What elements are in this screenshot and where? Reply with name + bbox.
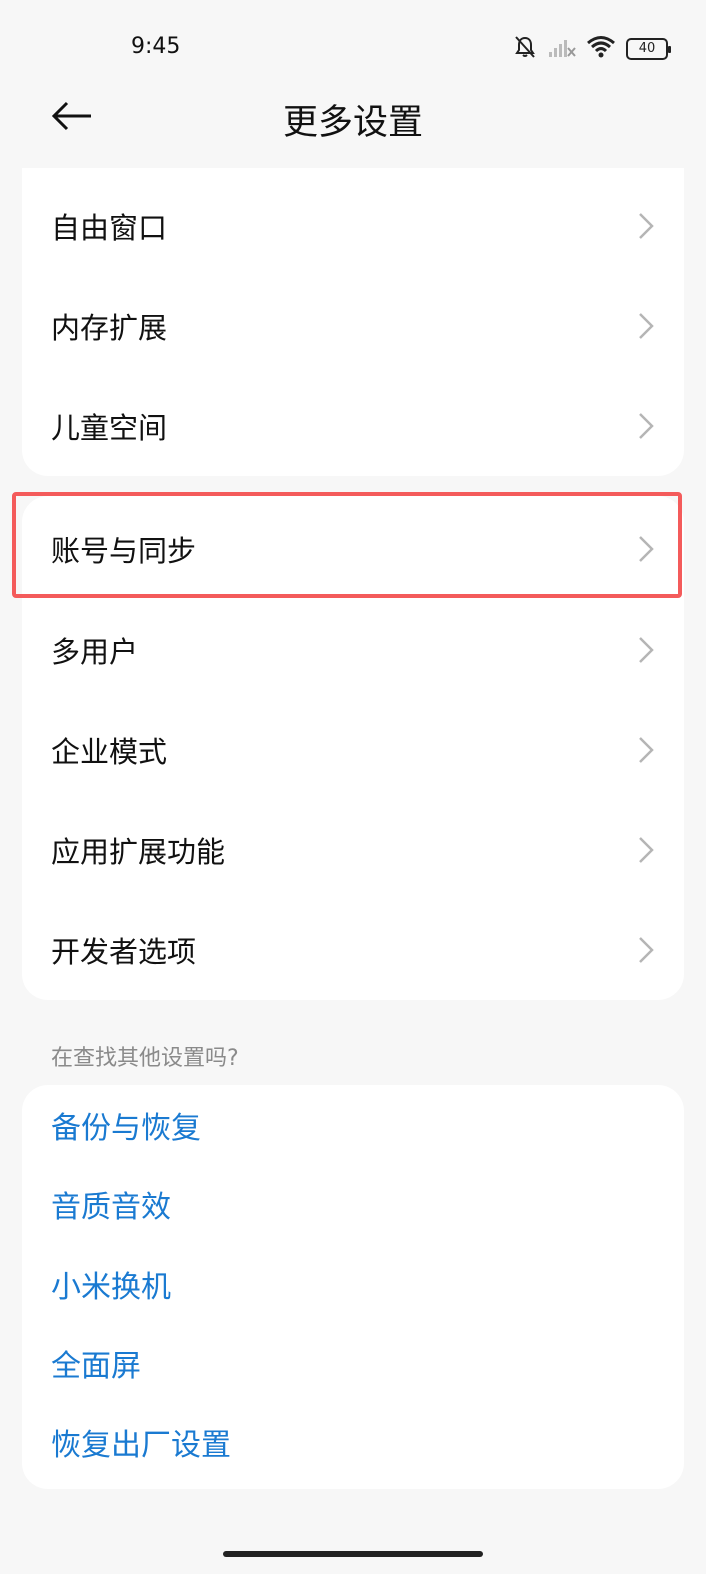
chevron-right-icon	[638, 736, 654, 764]
settings-group-1: 自由窗口 内存扩展 儿童空间	[22, 168, 684, 476]
link-sound-effects[interactable]: 音质音效	[22, 1164, 684, 1244]
setting-label: 儿童空间	[51, 411, 168, 445]
settings-group-2: 账号与同步 多用户 企业模式 应用扩展功能 开发者选项	[22, 496, 684, 1000]
setting-memory-extension[interactable]: 内存扩展	[22, 276, 684, 376]
chevron-right-icon	[638, 936, 654, 964]
link-factory-reset[interactable]: 恢复出厂设置	[22, 1402, 684, 1482]
setting-multi-user[interactable]: 多用户	[22, 600, 684, 700]
wifi-icon	[586, 35, 616, 63]
signal-icon	[548, 36, 576, 62]
link-backup-restore[interactable]: 备份与恢复	[22, 1085, 684, 1165]
battery-icon: 40	[626, 38, 671, 60]
link-label: 音质音效	[51, 1190, 171, 1225]
setting-enterprise-mode[interactable]: 企业模式	[22, 700, 684, 800]
link-mi-mover[interactable]: 小米换机	[22, 1244, 684, 1324]
setting-free-window[interactable]: 自由窗口	[22, 176, 684, 276]
setting-label: 开发者选项	[51, 935, 197, 969]
setting-account-sync[interactable]: 账号与同步	[22, 499, 684, 599]
setting-label: 账号与同步	[51, 534, 197, 568]
chevron-right-icon	[638, 636, 654, 664]
setting-label: 应用扩展功能	[51, 835, 226, 869]
header: 更多设置	[0, 80, 706, 156]
status-icons: 40	[512, 34, 671, 64]
home-indicator[interactable]	[223, 1551, 483, 1557]
chevron-right-icon	[638, 312, 654, 340]
link-label: 小米换机	[51, 1270, 171, 1305]
bell-off-icon	[512, 34, 538, 64]
link-label: 全面屏	[51, 1349, 141, 1384]
chevron-right-icon	[638, 412, 654, 440]
page-title: 更多设置	[282, 103, 423, 143]
suggestions-card: 备份与恢复 音质音效 小米换机 全面屏 恢复出厂设置	[22, 1085, 684, 1489]
chevron-right-icon	[638, 535, 654, 563]
setting-label: 自由窗口	[51, 211, 168, 245]
link-label: 恢复出厂设置	[51, 1428, 231, 1463]
link-full-screen[interactable]: 全面屏	[22, 1323, 684, 1403]
setting-app-extensions[interactable]: 应用扩展功能	[22, 800, 684, 900]
chevron-right-icon	[638, 836, 654, 864]
setting-kids-space[interactable]: 儿童空间	[22, 376, 684, 476]
link-label: 备份与恢复	[51, 1111, 201, 1146]
status-time: 9:45	[131, 34, 181, 59]
setting-label: 多用户	[51, 635, 139, 669]
setting-label: 企业模式	[51, 735, 168, 769]
section-hint: 在查找其他设置吗?	[51, 1046, 239, 1071]
chevron-right-icon	[638, 212, 654, 240]
setting-developer-options[interactable]: 开发者选项	[22, 900, 684, 1000]
setting-label: 内存扩展	[51, 311, 168, 345]
